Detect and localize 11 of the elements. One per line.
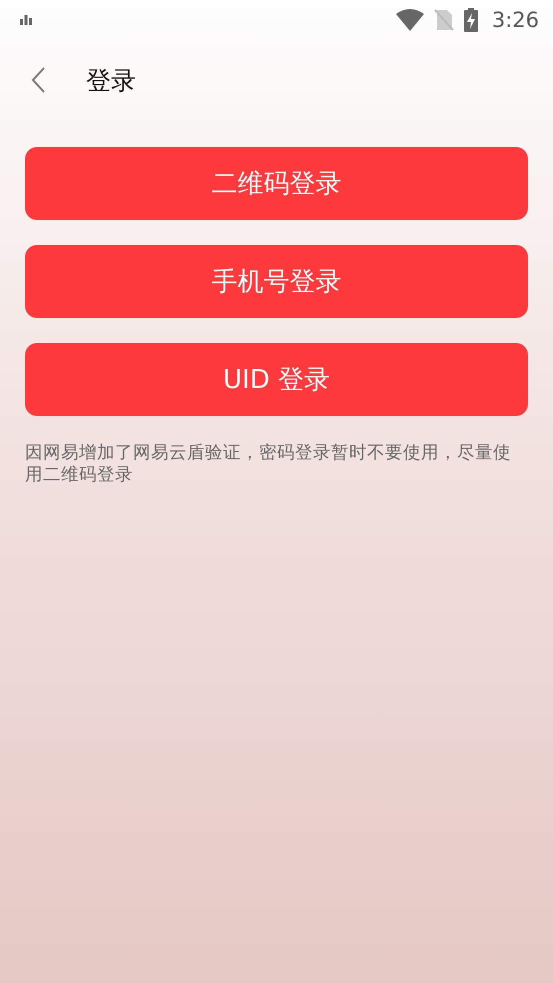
login-button[interactable]: 二维码登录 xyxy=(25,147,528,220)
back-button[interactable] xyxy=(30,66,46,94)
page-title: 登录 xyxy=(86,64,136,96)
signal-bars-icon xyxy=(20,15,32,25)
status-time: 3:26 xyxy=(492,8,539,32)
wifi-icon xyxy=(396,9,424,31)
login-button[interactable]: 手机号登录 xyxy=(25,245,528,318)
notice-text: 因网易增加了网易云盾验证，密码登录暂时不要使用，尽量使用二维码登录 xyxy=(25,442,512,486)
no-sim-icon xyxy=(434,9,454,31)
login-button[interactable]: UID 登录 xyxy=(25,343,528,416)
battery-charging-icon xyxy=(464,8,478,32)
